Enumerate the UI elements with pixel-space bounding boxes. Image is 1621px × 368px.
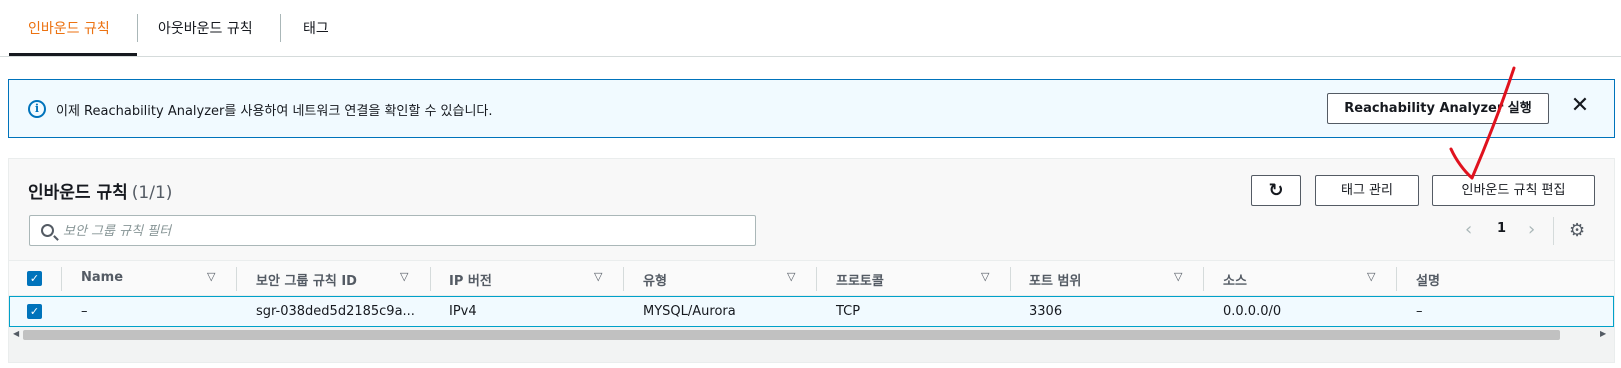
close-icon[interactable]: ✕ xyxy=(1569,95,1591,117)
sort-caret-icon[interactable]: ▽ xyxy=(207,270,215,283)
settings-icon[interactable]: ⚙ xyxy=(1569,220,1585,241)
edit-inbound-rules-button[interactable]: 인바운드 규칙 편집 xyxy=(1432,175,1595,206)
banner-message: 이제 Reachability Analyzer를 사용하여 네트워크 연결을 … xyxy=(56,104,493,119)
sort-caret-icon[interactable]: ▽ xyxy=(1174,270,1182,283)
scroll-left-arrow-icon[interactable]: ◀ xyxy=(13,329,19,338)
column-header-type[interactable]: 유형 xyxy=(643,270,667,289)
tab-bar: 인바운드 규칙 아웃바운드 규칙 태그 xyxy=(0,0,1621,57)
table-header: ✓ Name ▽ 보안 그룹 규칙 ID ▽ IP 버전 ▽ 유형 ▽ 프로토콜… xyxy=(9,260,1614,296)
cell-name: – xyxy=(81,304,88,319)
row-checkbox[interactable]: ✓ xyxy=(27,304,42,319)
cell-port-range: 3306 xyxy=(1029,304,1063,319)
column-header-name[interactable]: Name xyxy=(81,270,123,285)
column-divider xyxy=(236,267,237,291)
tab-tags[interactable]: 태그 xyxy=(303,18,329,38)
active-tab-indicator xyxy=(9,53,137,56)
table-row[interactable]: ✓ – sgr-038ded5d2185c9a... IPv4 MYSQL/Au… xyxy=(9,296,1614,327)
inbound-rules-panel: 인바운드 규칙(1/1) ↻ 태그 관리 인바운드 규칙 편집 ‹ 1 › ⚙ … xyxy=(8,158,1615,363)
tab-outbound-rules[interactable]: 아웃바운드 규칙 xyxy=(158,18,253,38)
column-divider xyxy=(623,267,624,291)
refresh-icon: ↻ xyxy=(1268,180,1284,201)
column-header-source[interactable]: 소스 xyxy=(1223,270,1247,289)
panel-title: 인바운드 규칙 (1/1) xyxy=(28,178,172,203)
chevron-right-icon[interactable]: › xyxy=(1528,219,1535,240)
sort-caret-icon[interactable]: ▽ xyxy=(1367,270,1375,283)
column-divider xyxy=(1010,267,1011,291)
page-number[interactable]: 1 xyxy=(1497,221,1506,236)
sort-caret-icon[interactable]: ▽ xyxy=(400,270,408,283)
chevron-left-icon[interactable]: ‹ xyxy=(1465,219,1472,240)
scrollbar-thumb[interactable] xyxy=(23,330,1560,340)
cell-protocol: TCP xyxy=(836,304,861,319)
search-input[interactable] xyxy=(63,221,743,241)
panel-header: 인바운드 규칙(1/1) ↻ 태그 관리 인바운드 규칙 편집 ‹ 1 › ⚙ xyxy=(9,159,1614,260)
select-all-checkbox[interactable]: ✓ xyxy=(27,271,42,286)
sort-caret-icon[interactable]: ▽ xyxy=(981,270,989,283)
cell-type: MYSQL/Aurora xyxy=(643,304,736,319)
sort-caret-icon[interactable]: ▽ xyxy=(787,270,795,283)
cell-description: – xyxy=(1416,304,1423,319)
tab-divider xyxy=(137,14,138,42)
refresh-button[interactable]: ↻ xyxy=(1251,175,1301,206)
info-icon: i xyxy=(28,100,46,118)
cell-rule-id: sgr-038ded5d2185c9a... xyxy=(256,304,415,319)
tab-divider xyxy=(280,14,281,42)
column-divider xyxy=(61,267,62,291)
manage-tags-button[interactable]: 태그 관리 xyxy=(1315,175,1419,206)
pager-divider xyxy=(1553,217,1554,245)
column-divider xyxy=(1203,267,1204,291)
column-header-ip-version[interactable]: IP 버전 xyxy=(449,270,492,289)
column-header-rule-id[interactable]: 보안 그룹 규칙 ID xyxy=(256,270,357,289)
column-divider xyxy=(816,267,817,291)
info-banner: i 이제 Reachability Analyzer를 사용하여 네트워크 연결… xyxy=(8,79,1615,138)
column-header-description[interactable]: 설명 xyxy=(1416,270,1440,289)
cell-ip-version: IPv4 xyxy=(449,304,477,319)
reachability-analyzer-button[interactable]: Reachability Analyzer 실행 xyxy=(1327,93,1549,124)
scroll-right-arrow-icon[interactable]: ▶ xyxy=(1600,329,1606,338)
column-divider xyxy=(430,267,431,291)
sort-caret-icon[interactable]: ▽ xyxy=(594,270,602,283)
rule-filter-search[interactable] xyxy=(29,215,756,246)
column-header-protocol[interactable]: 프로토콜 xyxy=(836,270,884,289)
search-icon xyxy=(41,224,54,237)
column-header-port-range[interactable]: 포트 범위 xyxy=(1029,270,1081,289)
column-divider xyxy=(1396,267,1397,291)
panel-title-text: 인바운드 규칙 xyxy=(28,183,128,203)
tab-inbound-rules[interactable]: 인바운드 규칙 xyxy=(28,18,110,38)
horizontal-scrollbar[interactable]: ◀ ▶ xyxy=(9,327,1614,343)
cell-source: 0.0.0.0/0 xyxy=(1223,304,1282,319)
rule-count: (1/1) xyxy=(131,183,173,203)
